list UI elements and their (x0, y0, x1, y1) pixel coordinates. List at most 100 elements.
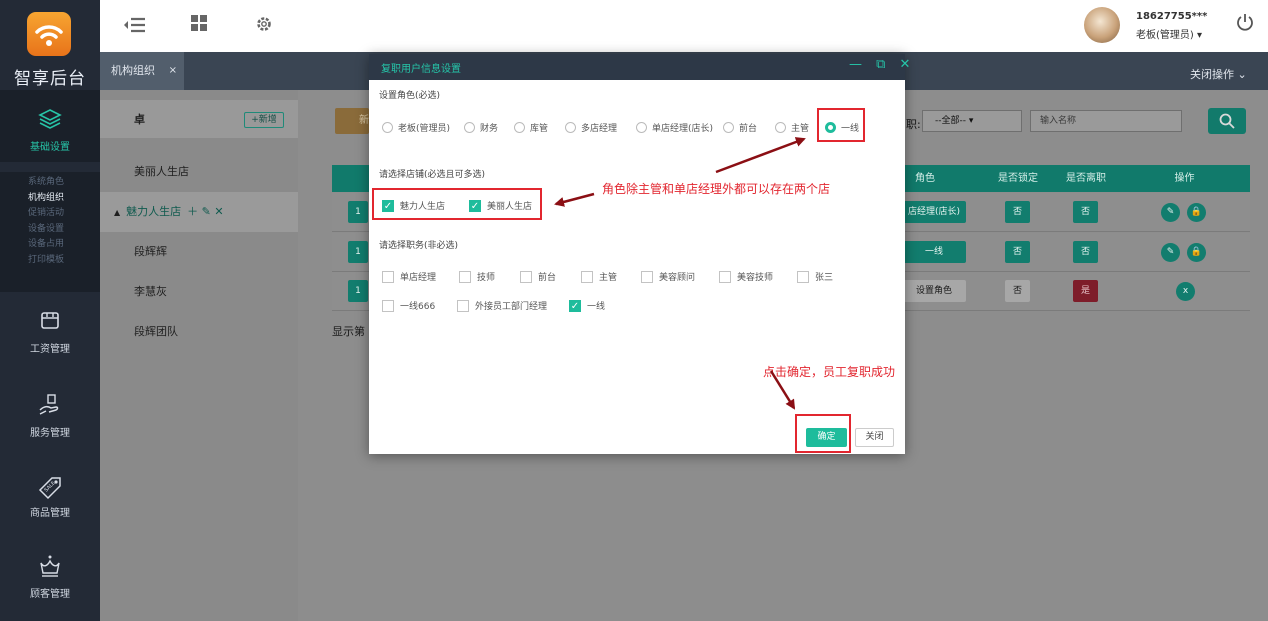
lock-icon[interactable]: 🔒 (1187, 203, 1206, 222)
reinstate-icon[interactable]: x (1176, 282, 1195, 301)
grid-apps-icon[interactable] (190, 14, 208, 37)
role-radio-multi-manager[interactable]: 多店经理 (565, 122, 617, 136)
pos-label-text: 一线666 (400, 302, 436, 312)
checkbox-icon (581, 270, 593, 283)
row-role: 设置角色 (902, 280, 966, 302)
radio-icon (636, 122, 647, 133)
wifi-logo-icon (27, 12, 71, 56)
subnav-item-print-template[interactable]: 打印模板 (0, 253, 100, 269)
role-label-text: 老板(管理员) (398, 124, 451, 134)
tree-item-selected[interactable]: ▲ 魅力人生店 ＋ ✎ ✕ (100, 192, 298, 232)
pos-check[interactable]: 技师 (459, 270, 496, 285)
col-left: 是否离职 (1066, 173, 1106, 184)
subnav-item-promo[interactable]: 促销活动 (0, 206, 100, 222)
row-locked: 否 (1005, 280, 1030, 302)
logo: 智享后台 (0, 0, 100, 90)
pos-label-text: 技师 (477, 273, 496, 283)
row-num: 1 (348, 280, 368, 302)
radio-icon (464, 122, 475, 133)
close-button[interactable]: 关闭 (855, 428, 894, 447)
wallet-icon (35, 308, 65, 334)
checkbox-icon (641, 270, 653, 283)
new-button[interactable]: 新 (335, 108, 369, 134)
radio-icon (514, 122, 525, 133)
role-radio-supervisor[interactable]: 主管 (775, 122, 809, 136)
nav-basic-settings[interactable]: 基础设置 (0, 90, 100, 162)
subnav-item-org[interactable]: 机构组织 (0, 191, 100, 207)
row-left: 是 (1073, 280, 1098, 302)
pos-check[interactable]: 前台 (520, 270, 556, 285)
collapse-menu-icon[interactable] (118, 14, 148, 41)
tab-org[interactable]: 机构组织 × (100, 52, 184, 90)
role-radio-reception[interactable]: 前台 (723, 122, 757, 136)
nav-salary-label: 工资管理 (30, 344, 70, 355)
search-input[interactable]: 输入名称 (1030, 110, 1182, 132)
radio-icon (382, 122, 393, 133)
role-label: 设置角色(必选) (379, 91, 441, 101)
pos-check[interactable]: 外接员工部门经理 (457, 299, 548, 314)
edit-icon[interactable]: ✎ (1161, 243, 1180, 262)
hand-service-icon (35, 392, 65, 418)
role-radio-finance[interactable]: 财务 (464, 122, 498, 136)
user-role-dropdown[interactable]: 老板(管理员) ▾ (1136, 26, 1202, 41)
power-icon[interactable] (1236, 12, 1254, 37)
crown-icon (35, 553, 65, 579)
pos-label-text: 美容顾问 (659, 273, 696, 283)
pos-check[interactable]: 单店经理 (382, 270, 436, 285)
user-phone[interactable]: 18627755*** (1136, 11, 1207, 22)
layers-icon (35, 106, 65, 132)
tree-item-label: 魅力人生店 (126, 205, 182, 218)
edit-icon[interactable]: ✎ (1161, 203, 1180, 222)
filter-select[interactable]: --全部-- ▾ (922, 110, 1022, 132)
pos-check[interactable]: ✓ 一线 (569, 299, 606, 314)
highlight-box-stores (372, 188, 542, 220)
nav-basic-label: 基础设置 (30, 142, 70, 153)
pos-label-text: 一线 (587, 302, 606, 312)
role-radio-boss[interactable]: 老板(管理员) (382, 122, 450, 136)
tree-item[interactable]: 李慧灰 (100, 272, 298, 312)
checkbox-icon (382, 299, 394, 312)
pos-check[interactable]: 主管 (581, 270, 617, 285)
checkbox-icon (520, 270, 532, 283)
tag-icon: SALE (35, 472, 65, 500)
nav-salary[interactable]: 工资管理 (0, 308, 100, 355)
pos-check[interactable]: 张三 (797, 270, 833, 285)
dialog-title: 复职用户信息设置 (381, 64, 461, 75)
checkbox-checked-icon: ✓ (569, 299, 581, 312)
radio-icon (723, 122, 734, 133)
pos-label-text: 美容技师 (737, 273, 774, 283)
avatar[interactable] (1084, 7, 1120, 43)
gear-icon[interactable] (254, 14, 274, 39)
row-role: 一线 (902, 241, 966, 263)
close-ops-dropdown[interactable]: 关闭操作 ⌄ (1190, 66, 1247, 82)
subnav-item-system-roles[interactable]: 系统角色 (0, 175, 100, 191)
col-locked: 是否锁定 (998, 173, 1038, 184)
nav-goods[interactable]: SALE 商品管理 (0, 472, 100, 519)
tree-item[interactable]: 美丽人生店 (100, 152, 298, 192)
pos-check[interactable]: 美容顾问 (641, 270, 696, 285)
subnav-item-device-settings[interactable]: 设备设置 (0, 222, 100, 238)
nav-customer[interactable]: 顾客管理 (0, 553, 100, 600)
pos-label-text: 外接员工部门经理 (475, 302, 548, 312)
pos-check[interactable]: 美容技师 (719, 270, 774, 285)
logo-text: 智享后台 (14, 69, 86, 89)
tree-item[interactable]: 段辉辉 (100, 232, 298, 272)
role-radio-store-manager[interactable]: 单店经理(店长) (636, 122, 713, 136)
checkbox-icon (459, 270, 471, 283)
subnav-item-device-usage[interactable]: 设备占用 (0, 237, 100, 253)
store-label: 请选择店铺(必选且可多选) (379, 170, 486, 180)
lock-icon[interactable]: 🔒 (1187, 243, 1206, 262)
role-label-text: 主管 (791, 124, 810, 134)
tree-item[interactable]: 段辉团队 (100, 312, 298, 352)
caret-up-icon[interactable]: ▲ (114, 208, 120, 217)
position-label: 请选择职务(非必选) (379, 241, 459, 251)
tree-node-actions[interactable]: ＋ ✎ ✕ (187, 205, 223, 218)
role-radio-warehouse[interactable]: 库管 (514, 122, 548, 136)
tab-close-icon[interactable]: × (169, 52, 177, 90)
pos-check[interactable]: 一线666 (382, 299, 436, 314)
search-button[interactable] (1208, 108, 1246, 134)
tree-add-button[interactable]: +新增 (244, 112, 284, 128)
nav-service[interactable]: 服务管理 (0, 392, 100, 439)
dialog-window-controls[interactable]: — ⧉ ✕ (849, 57, 915, 72)
nav-goods-label: 商品管理 (30, 508, 70, 519)
